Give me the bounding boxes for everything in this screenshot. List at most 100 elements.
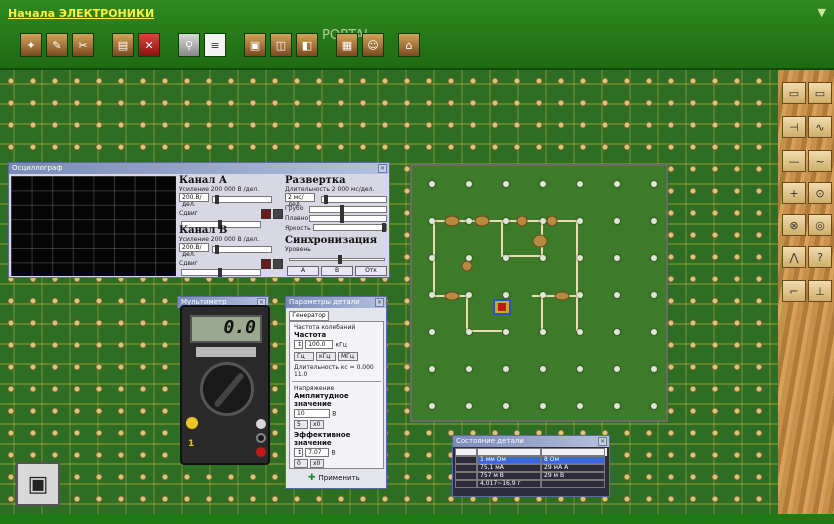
board-pin[interactable] <box>503 181 509 187</box>
board-pin[interactable] <box>540 181 546 187</box>
unit-mhz-button[interactable]: МГц <box>338 352 358 361</box>
transistor-icon[interactable]: ⊥ <box>808 280 832 302</box>
board-pin[interactable] <box>614 329 620 335</box>
sweep-slider[interactable] <box>321 195 387 204</box>
app-title[interactable]: Начала ЭЛЕКТРОНИКИ <box>8 7 154 20</box>
board-pin[interactable] <box>466 292 472 298</box>
channel-a-select[interactable]: 200.В/дел. <box>179 193 209 208</box>
close-icon[interactable]: × <box>598 437 607 446</box>
board-pin[interactable] <box>503 366 509 372</box>
unit-khz-button[interactable]: кГц <box>316 352 336 361</box>
document-icon[interactable]: ≡ <box>204 33 226 57</box>
board-pin[interactable] <box>577 329 583 335</box>
open-icon[interactable]: ✎ <box>46 33 68 57</box>
jack-ma[interactable] <box>256 447 266 457</box>
sync-level-slider[interactable] <box>289 255 385 264</box>
effective-input[interactable]: 7.07 <box>305 448 330 457</box>
eff-x0-button[interactable]: x0 <box>310 459 324 468</box>
breadboard[interactable] <box>410 164 668 422</box>
apply-button[interactable]: ✚ Применить <box>308 473 360 483</box>
channel-b-color-button[interactable] <box>261 259 271 269</box>
board-pin[interactable] <box>503 403 509 409</box>
board-pin[interactable] <box>577 255 583 261</box>
board-pin[interactable] <box>429 292 435 298</box>
board-pin[interactable] <box>466 218 472 224</box>
board-pin[interactable] <box>577 403 583 409</box>
help-icon[interactable]: ? <box>808 246 832 268</box>
channel-a-invert-button[interactable] <box>273 209 283 219</box>
resistor-icon[interactable]: ▭ <box>808 82 832 104</box>
zigzag-icon[interactable]: ⋀ <box>782 246 806 268</box>
power-knob[interactable] <box>186 417 198 429</box>
window-icon[interactable]: ◫ <box>270 33 292 57</box>
switch-icon[interactable]: ▭ <box>782 82 806 104</box>
coil-icon[interactable]: ∿ <box>808 116 832 138</box>
channel-b-gain-slider[interactable] <box>212 245 272 254</box>
sync-a-button[interactable]: A <box>287 266 319 276</box>
channel-b-select[interactable]: 200.В/дел. <box>179 243 209 258</box>
board-pin[interactable] <box>503 329 509 335</box>
sync-off-button[interactable]: Отк <box>355 266 387 276</box>
board-pin[interactable] <box>651 403 657 409</box>
oscilloscope-titlebar[interactable]: Осциллограф × <box>9 163 389 174</box>
fine-slider[interactable] <box>309 214 387 223</box>
board-pin[interactable] <box>466 255 472 261</box>
board-pin[interactable] <box>614 218 620 224</box>
close-icon[interactable]: × <box>378 164 387 173</box>
save-icon[interactable]: ▤ <box>112 33 134 57</box>
lamp-icon[interactable]: ⊗ <box>782 214 806 236</box>
board-pin[interactable] <box>429 366 435 372</box>
eff-0-button[interactable]: 0 <box>294 459 308 468</box>
board-pin[interactable] <box>651 366 657 372</box>
board-pin[interactable] <box>429 329 435 335</box>
jack-com[interactable] <box>256 419 266 429</box>
channel-b-offset-slider[interactable] <box>181 268 261 277</box>
board-pin[interactable] <box>503 292 509 298</box>
board-pin[interactable] <box>503 255 509 261</box>
board-pin[interactable] <box>466 329 472 335</box>
freq-input[interactable]: 100.0 <box>305 340 334 349</box>
wave-icon[interactable]: ~ <box>808 150 832 172</box>
board-pin[interactable] <box>651 329 657 335</box>
board-pin[interactable] <box>540 366 546 372</box>
part-params-titlebar[interactable]: Параметры детали × <box>286 297 386 308</box>
new-icon[interactable]: ✦ <box>20 33 42 57</box>
circle-icon[interactable]: ⊙ <box>808 182 832 204</box>
board-pin[interactable] <box>503 218 509 224</box>
board-pin[interactable] <box>540 329 546 335</box>
board-pin[interactable] <box>466 181 472 187</box>
part-state-titlebar[interactable]: Состояние детали × <box>453 436 609 447</box>
print-icon[interactable]: ▣ <box>244 33 266 57</box>
target-icon[interactable]: ◎ <box>808 214 832 236</box>
person-icon[interactable]: ☺ <box>362 33 384 57</box>
search-icon[interactable]: ⚲ <box>178 33 200 57</box>
sync-b-button[interactable]: B <box>321 266 353 276</box>
amp-x0-button[interactable]: x0 <box>310 420 324 429</box>
range-dial[interactable] <box>200 362 254 416</box>
board-pin[interactable] <box>540 255 546 261</box>
board-pin[interactable] <box>540 218 546 224</box>
brightness-slider[interactable] <box>313 223 387 232</box>
board-pin[interactable] <box>577 218 583 224</box>
board-pin[interactable] <box>540 292 546 298</box>
computer-icon[interactable]: ▣ <box>16 462 60 506</box>
effective-spin[interactable]: ↕ <box>294 448 303 457</box>
wire-icon[interactable]: — <box>782 150 806 172</box>
board-pin[interactable] <box>651 292 657 298</box>
unit-hz-button[interactable]: Гц <box>294 352 314 361</box>
board-pin[interactable] <box>577 292 583 298</box>
coarse-slider[interactable] <box>309 205 387 214</box>
board-pin[interactable] <box>466 403 472 409</box>
board-pin[interactable] <box>651 218 657 224</box>
sweep-select[interactable]: 2 мс/дел. <box>285 193 315 208</box>
board-pin[interactable] <box>614 255 620 261</box>
exit-icon[interactable]: ⌂ <box>398 33 420 57</box>
board-pin[interactable] <box>651 181 657 187</box>
amplitude-input[interactable]: 10 <box>294 409 330 418</box>
channel-b-invert-button[interactable] <box>273 259 283 269</box>
board-pin[interactable] <box>429 218 435 224</box>
board-pin[interactable] <box>614 292 620 298</box>
board-pin[interactable] <box>540 403 546 409</box>
board-pin[interactable] <box>577 181 583 187</box>
tab-generator[interactable]: Генератор <box>289 311 329 321</box>
